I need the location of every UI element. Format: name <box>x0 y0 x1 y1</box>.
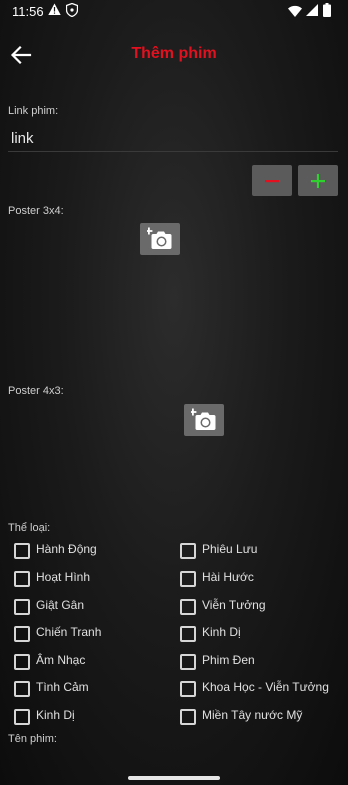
checkbox-unchecked[interactable] <box>180 626 196 642</box>
genre-checkbox[interactable]: Miền Tây nước Mỹ <box>180 707 340 727</box>
checkbox-unchecked[interactable] <box>14 543 30 559</box>
checkbox-unchecked[interactable] <box>14 599 30 615</box>
genre-checkbox[interactable]: Hành Động <box>14 541 154 561</box>
link-input[interactable] <box>8 126 338 152</box>
add-camera-icon <box>147 227 172 249</box>
shield-icon <box>66 3 78 17</box>
wifi-icon <box>288 5 302 17</box>
genre-label-text: Âm Nhạc <box>36 653 86 667</box>
checkbox-unchecked[interactable] <box>14 709 30 725</box>
genre-checkbox[interactable]: Hài Hước <box>180 569 330 589</box>
genre-label-text: Hành Động <box>36 542 97 556</box>
genre-checkbox[interactable]: Giật Gân <box>14 597 154 617</box>
genre-label: Thể loại: <box>8 522 51 534</box>
checkbox-unchecked[interactable] <box>180 571 196 587</box>
page-title: Thêm phim <box>131 45 217 62</box>
status-bar: 11:56 <box>0 0 348 24</box>
genre-checkbox[interactable]: Khoa Học - Viễn Tưởng <box>180 679 340 699</box>
battery-icon <box>323 3 331 17</box>
genre-checkbox[interactable]: Hoạt Hình <box>14 569 154 589</box>
genre-label-text: Phim Đen <box>202 653 255 667</box>
checkbox-unchecked[interactable] <box>14 654 30 670</box>
genre-checkbox[interactable]: Âm Nhạc <box>14 652 154 672</box>
add-link-button[interactable] <box>298 165 338 196</box>
movie-name-label: Tên phim: <box>8 733 57 745</box>
checkbox-unchecked[interactable] <box>14 571 30 587</box>
signal-icon <box>306 4 318 16</box>
genre-checkbox[interactable]: Chiến Tranh <box>14 624 154 644</box>
genre-label-text: Hài Hước <box>202 570 254 584</box>
poster-4x3-upload-button[interactable] <box>184 404 224 436</box>
warning-icon <box>48 3 61 15</box>
checkbox-unchecked[interactable] <box>180 709 196 725</box>
app-bar: Thêm phim <box>0 36 348 76</box>
checkbox-unchecked[interactable] <box>14 681 30 697</box>
genre-label-text: Phiêu Lưu <box>202 542 258 556</box>
checkbox-unchecked[interactable] <box>180 681 196 697</box>
genre-label-text: Viễn Tưởng <box>202 598 266 612</box>
poster-4x3-label: Poster 4x3: <box>8 385 64 397</box>
genre-checkbox[interactable]: Tình Cảm <box>14 679 154 699</box>
genre-checkbox[interactable]: Kinh Dị <box>14 707 154 727</box>
remove-link-button[interactable] <box>252 165 292 196</box>
status-time: 11:56 <box>12 4 44 19</box>
genre-checkbox[interactable]: Phim Đen <box>180 652 330 672</box>
genre-label-text: Miền Tây nước Mỹ <box>202 708 303 722</box>
checkbox-unchecked[interactable] <box>180 543 196 559</box>
poster-3x4-label: Poster 3x4: <box>8 205 64 217</box>
genre-label-text: Hoạt Hình <box>36 570 91 584</box>
genre-label-text: Chiến Tranh <box>36 625 102 639</box>
genre-label-text: Giật Gân <box>36 598 85 612</box>
minus-icon <box>265 180 279 183</box>
genre-label-text: Tình Cảm <box>36 680 89 694</box>
genre-checkbox[interactable]: Kinh Dị <box>180 624 330 644</box>
poster-3x4-upload-button[interactable] <box>140 223 180 255</box>
genre-label-text: Kinh Dị <box>36 708 75 722</box>
checkbox-unchecked[interactable] <box>14 626 30 642</box>
genre-checkbox[interactable]: Viễn Tưởng <box>180 597 330 617</box>
checkbox-unchecked[interactable] <box>180 599 196 615</box>
add-camera-icon <box>191 408 216 430</box>
link-label: Link phim: <box>8 105 59 117</box>
genre-label-text: Khoa Học - Viễn Tưởng <box>202 680 329 694</box>
genre-label-text: Kinh Dị <box>202 625 241 639</box>
plus-icon <box>311 174 325 188</box>
home-indicator[interactable] <box>128 776 220 780</box>
checkbox-unchecked[interactable] <box>180 654 196 670</box>
genre-checkbox[interactable]: Phiêu Lưu <box>180 541 330 561</box>
